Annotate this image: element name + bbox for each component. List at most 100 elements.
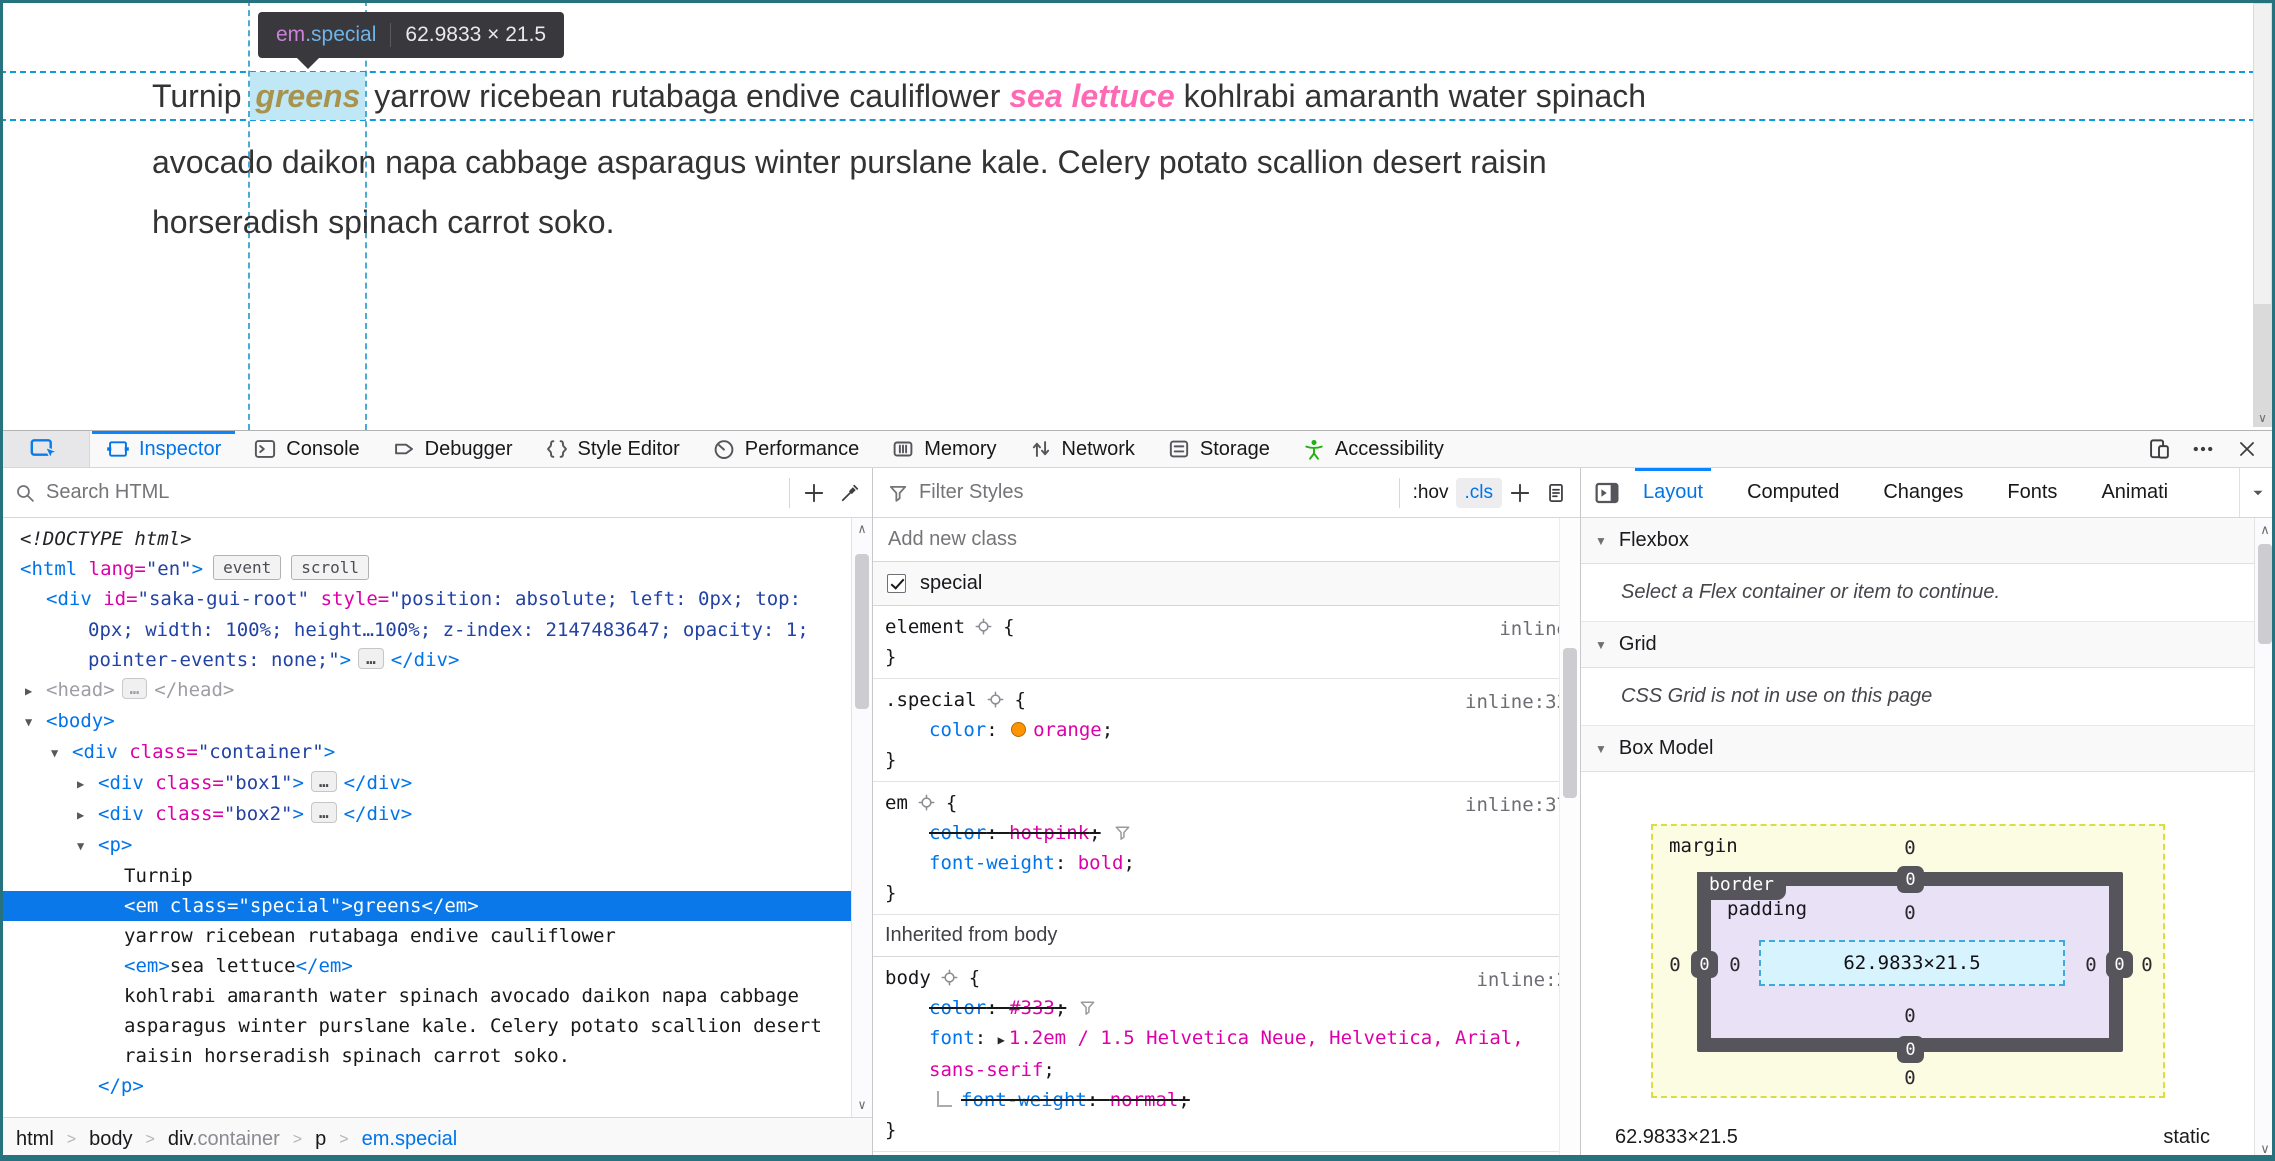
tree-row[interactable]: <em>sea lettuce</em> — [0, 951, 872, 981]
rule-selector-line[interactable]: element { — [885, 612, 1580, 642]
overridden-filter-icon[interactable] — [1113, 823, 1132, 842]
scroll-up-icon[interactable]: ∧ — [852, 522, 872, 537]
tree-row[interactable]: ▼ <body> — [0, 706, 872, 737]
tree-row[interactable]: ▼ <p> — [0, 830, 872, 861]
tree-row[interactable]: <html lang="en"> event scroll — [0, 554, 872, 584]
sidebar-tab-animati[interactable]: Animati — [2101, 468, 2168, 517]
tree-row[interactable]: </p> — [0, 1071, 872, 1101]
css-declaration[interactable]: color: #333; — [885, 993, 1580, 1023]
scroll-down-icon[interactable]: ∨ — [2253, 411, 2272, 425]
sidebar-tab-changes[interactable]: Changes — [1883, 468, 1963, 517]
add-rule-button[interactable] — [1502, 476, 1538, 510]
margin-bottom-value[interactable]: 0 — [1890, 1065, 1930, 1091]
responsive-mode-button[interactable] — [2143, 434, 2175, 464]
box-model-content[interactable]: 62.9833×21.5 — [1759, 940, 2065, 986]
color-swatch[interactable] — [1011, 722, 1027, 737]
devtools-tab-accessibility[interactable]: Accessibility — [1286, 431, 1460, 467]
overridden-filter-icon[interactable] — [1078, 998, 1097, 1017]
filter-styles-input[interactable] — [919, 481, 1393, 504]
sidebar-tab-fonts[interactable]: Fonts — [2007, 468, 2057, 517]
devtools-tab-inspector[interactable]: Inspector — [90, 431, 237, 467]
padding-right-value[interactable]: 0 — [2071, 952, 2111, 978]
devtools-tab-console[interactable]: Console — [237, 431, 375, 467]
tree-row[interactable]: <em class="special">greens</em> — [0, 891, 872, 921]
breadcrumb-item[interactable]: em.special — [362, 1128, 458, 1151]
expand-ellipsis-button[interactable]: … — [310, 771, 337, 792]
breadcrumb-item[interactable]: div.container — [168, 1128, 280, 1151]
breadcrumb-item[interactable]: p — [315, 1128, 326, 1151]
devtools-tab-memory[interactable]: Memory — [875, 431, 1012, 467]
border-right-value[interactable]: 0 — [2106, 951, 2133, 978]
margin-top-value[interactable]: 0 — [1890, 835, 1930, 861]
padding-left-value[interactable]: 0 — [1715, 952, 1755, 978]
tree-row[interactable]: ▶ <div class="box2">… </div> — [0, 799, 872, 830]
eyedropper-button[interactable] — [832, 476, 868, 510]
devtools-tab-network[interactable]: Network — [1013, 431, 1151, 467]
css-declaration[interactable]: font: ▶ 1.2em / 1.5 Helvetica Neue, Helve… — [885, 1023, 1580, 1085]
highlight-selector-icon[interactable] — [917, 793, 936, 812]
scroll-badge[interactable]: scroll — [291, 555, 370, 580]
highlight-selector-icon[interactable] — [986, 690, 1005, 709]
class-toggle-button[interactable]: .cls — [1455, 477, 1502, 508]
devtools-tab-performance[interactable]: Performance — [696, 431, 876, 467]
meatball-menu-button[interactable] — [2187, 434, 2219, 464]
rules-scrollbar-thumb[interactable] — [1563, 648, 1577, 798]
expand-ellipsis-button[interactable]: … — [358, 648, 384, 669]
sidebar-toggle-icon[interactable] — [1593, 479, 1621, 507]
tree-row[interactable]: kohlrabi amaranth water spinach avocado … — [0, 981, 872, 1071]
margin-right-value[interactable]: 0 — [2127, 952, 2167, 978]
section-box-model[interactable]: ▼ Box Model — [1581, 726, 2275, 772]
markup-scrollbar[interactable]: ∧ ∨ — [851, 518, 872, 1117]
page-scrollbar[interactable]: ∨ — [2253, 3, 2272, 427]
add-node-button[interactable] — [796, 476, 832, 510]
border-top-value[interactable]: 0 — [1897, 866, 1924, 893]
layout-scrollbar-thumb[interactable] — [2258, 544, 2272, 644]
devtools-tab-storage[interactable]: Storage — [1151, 431, 1286, 467]
expand-ellipsis-button[interactable]: … — [121, 678, 148, 699]
border-left-value[interactable]: 0 — [1691, 951, 1718, 978]
highlight-selector-icon[interactable] — [974, 617, 993, 636]
node-picker-button[interactable] — [0, 431, 90, 467]
markup-scrollbar-thumb[interactable] — [855, 554, 869, 709]
scroll-down-icon[interactable]: ∨ — [852, 1098, 872, 1113]
tree-row[interactable]: ▼ <div class="container"> — [0, 737, 872, 768]
rule-source-link[interactable]: inline — [1499, 614, 1568, 644]
css-declaration[interactable]: font-weight: normal; — [885, 1085, 1580, 1115]
highlight-selector-icon[interactable] — [940, 968, 959, 987]
sidebar-tab-layout[interactable]: Layout — [1634, 468, 1712, 517]
rules-scrollbar[interactable] — [1559, 518, 1580, 1161]
pseudo-class-button[interactable]: :hov — [1406, 478, 1456, 508]
scroll-down-icon[interactable]: ∨ — [2255, 1141, 2275, 1157]
padding-top-value[interactable]: 0 — [1890, 900, 1930, 926]
css-declaration[interactable]: color: orange; — [885, 715, 1580, 745]
tree-row[interactable]: ▶<div id="saka-gui-root" style="position… — [0, 584, 872, 675]
css-declaration[interactable]: font-weight: bold; — [885, 848, 1580, 878]
add-new-class-input[interactable] — [888, 528, 1565, 551]
padding-bottom-value[interactable]: 0 — [1890, 1003, 1930, 1029]
rule-source-link[interactable]: inline:2 — [1476, 965, 1568, 995]
sidebar-toggle-icon[interactable] — [1593, 479, 1621, 507]
all-tabs-menu-button[interactable] — [2239, 468, 2275, 517]
css-declaration[interactable]: color: hotpink; — [885, 818, 1580, 848]
search-html-input[interactable] — [46, 481, 783, 504]
expand-shorthand-icon[interactable]: ▶ — [998, 1033, 1005, 1047]
checkbox-checked-icon[interactable] — [887, 574, 906, 593]
margin-left-value[interactable]: 0 — [1655, 952, 1695, 978]
rule-source-link[interactable]: inline:33 — [1465, 687, 1568, 717]
section-flexbox[interactable]: ▼ Flexbox — [1581, 518, 2275, 564]
section-grid[interactable]: ▼ Grid — [1581, 622, 2275, 668]
event-badge[interactable]: event — [213, 555, 282, 580]
scroll-up-icon[interactable]: ∧ — [2255, 522, 2275, 538]
expand-ellipsis-button[interactable]: … — [310, 802, 337, 823]
layout-scrollbar[interactable]: ∧ ∨ — [2254, 518, 2275, 1161]
print-media-button[interactable] — [1538, 476, 1574, 510]
close-devtools-button[interactable] — [2231, 434, 2263, 464]
rule-source-link[interactable]: inline:37 — [1465, 790, 1568, 820]
devtools-tab-debugger[interactable]: Debugger — [376, 431, 529, 467]
breadcrumb-item[interactable]: html — [16, 1128, 54, 1151]
devtools-tab-style-editor[interactable]: Style Editor — [529, 431, 696, 467]
tree-row[interactable]: <!DOCTYPE html> — [0, 524, 872, 554]
tree-row[interactable]: ▶ <div class="box1">… </div> — [0, 768, 872, 799]
breadcrumb-item[interactable]: body — [89, 1128, 132, 1151]
tree-row[interactable]: ▶ <head>… </head> — [0, 675, 872, 706]
